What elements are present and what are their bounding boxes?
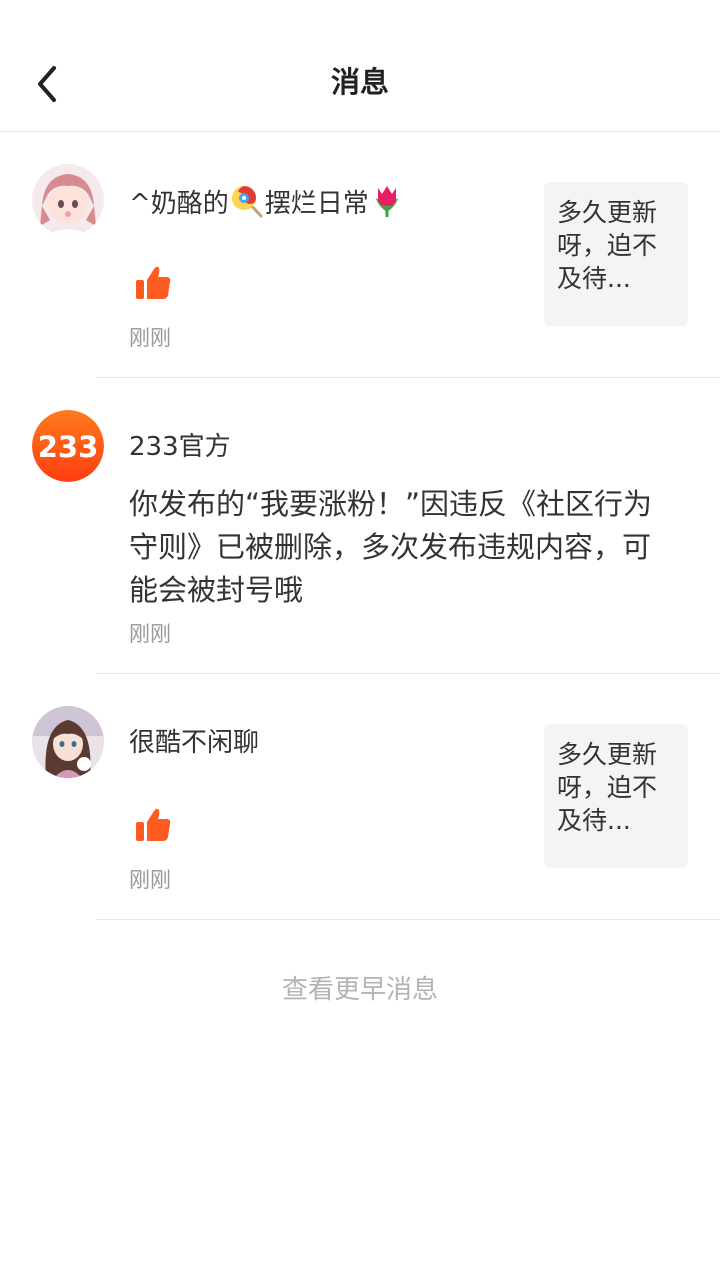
lollipop-icon [230, 184, 264, 227]
message-item[interactable]: 233 233官方 你发布的“我要涨粉！”因违反《社区行为守则》已被删除，多次发… [0, 378, 720, 674]
divider [96, 919, 720, 920]
message-time: 刚刚 [129, 326, 171, 350]
sender-name: 很酷不闲聊 [129, 728, 260, 758]
sender-name: 233官方 [129, 432, 231, 462]
message-item[interactable]: ^奶酪的 摆烂日常 刚刚 多久更新呀，迫不及待... [0, 132, 720, 378]
avatar[interactable] [32, 706, 104, 778]
sender-name-middle: 摆烂日常 [264, 189, 369, 219]
sender-name: ^奶酪的 摆烂日常 [129, 184, 405, 227]
avatar[interactable] [32, 164, 104, 236]
top-bar: 消息 [0, 0, 720, 132]
view-earlier-messages-link[interactable]: 查看更早消息 [0, 972, 720, 1008]
thumbs-up-icon [134, 806, 172, 844]
quoted-comment[interactable]: 多久更新呀，迫不及待... [544, 182, 688, 326]
tulip-icon [370, 184, 404, 227]
message-body: 你发布的“我要涨粉！”因违反《社区行为守则》已被删除，多次发布违规内容，可能会被… [129, 487, 653, 607]
sender-name-prefix: ^奶酪的 [129, 189, 229, 219]
avatar-text: 233 [38, 430, 99, 464]
message-time: 刚刚 [129, 868, 171, 892]
page-title: 消息 [330, 65, 389, 99]
message-item[interactable]: 很酷不闲聊 刚刚 多久更新呀，迫不及待... [0, 674, 720, 920]
quoted-comment[interactable]: 多久更新呀，迫不及待... [544, 724, 688, 868]
avatar[interactable]: 233 [32, 410, 104, 482]
message-time: 刚刚 [129, 622, 171, 646]
thumbs-up-icon [134, 264, 172, 302]
